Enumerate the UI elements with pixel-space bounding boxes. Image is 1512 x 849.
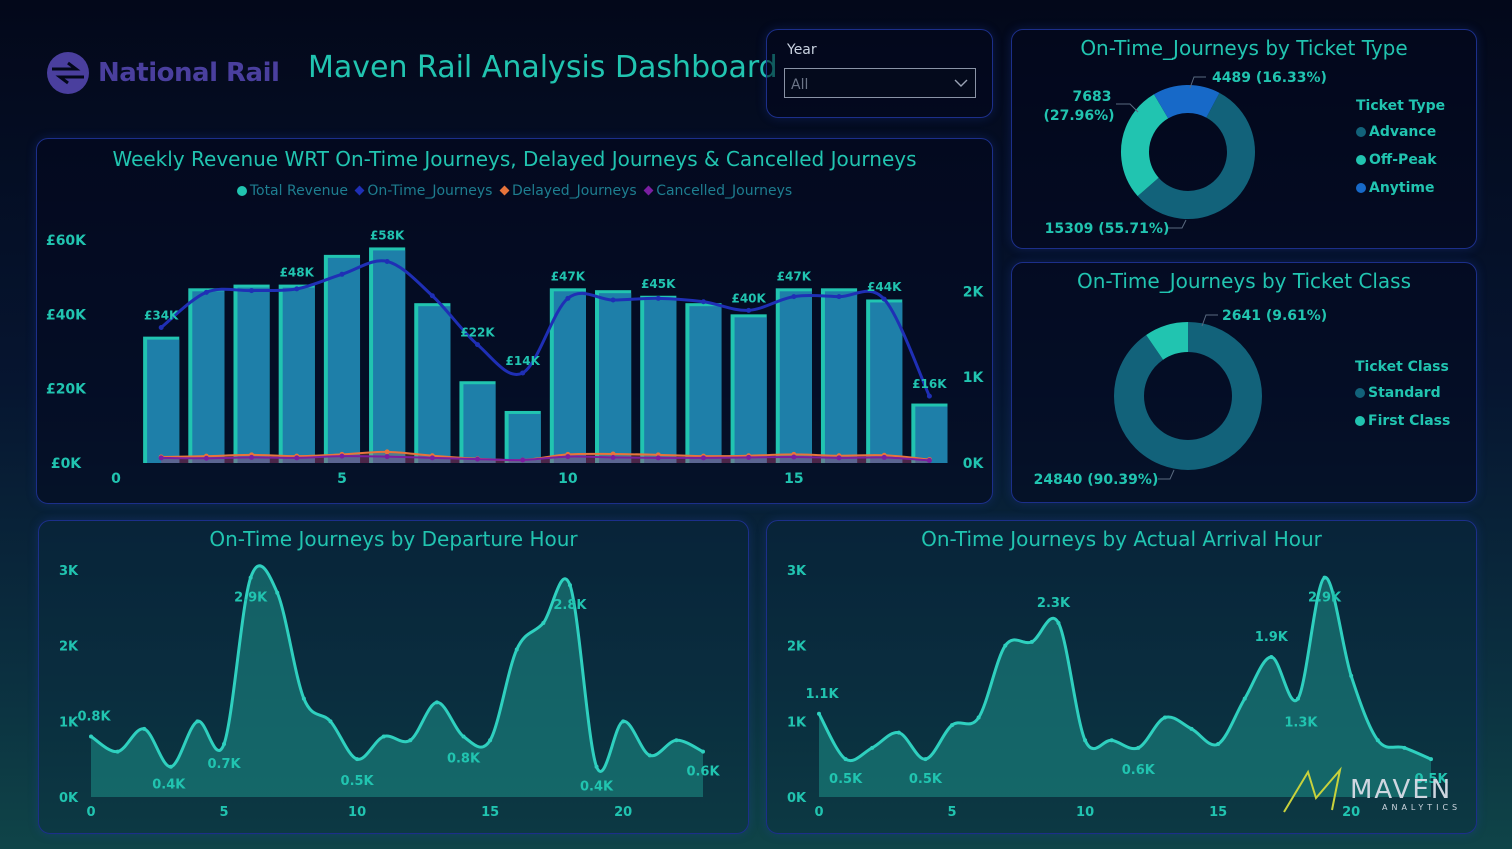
arrival-point — [1109, 738, 1114, 743]
arrival-y-tick-label: 2K — [787, 640, 807, 655]
departure-point — [222, 742, 227, 747]
arrival-point — [1083, 738, 1088, 743]
arrival-x-tick-label: 5 — [948, 805, 957, 820]
arrival-point — [1349, 673, 1354, 678]
departure-point — [408, 738, 413, 743]
arrival-x-tick-label: 15 — [1209, 805, 1227, 820]
departure-point — [381, 734, 386, 739]
arrival-y-tick-label: 0K — [787, 791, 807, 806]
departure-data-label: 0.5K — [341, 774, 375, 789]
arrival-data-label: 1.9K — [1255, 630, 1289, 645]
arrival-point — [817, 711, 821, 716]
maven-analytics-logo: MAVEN ANALYTICS — [1282, 766, 1478, 818]
departure-x-tick-label: 20 — [614, 805, 632, 820]
departure-x-tick-label: 10 — [348, 805, 366, 820]
departure-x-tick-label: 15 — [481, 805, 499, 820]
arrival-point — [1322, 575, 1327, 580]
leader-line — [1158, 469, 1175, 480]
departure-data-label: 2.9K — [234, 591, 268, 606]
departure-y-tick-label: 0K — [59, 791, 79, 806]
departure-y-tick-label: 1K — [59, 715, 79, 730]
arrival-point — [1056, 620, 1061, 625]
dashboard-charts: 15309 (55.71%) 7683 (27.96%) 4489 (16.33%) 2… — [59, 70, 1448, 820]
arrival-data-label: 2.3K — [1037, 596, 1071, 611]
departure-point — [168, 764, 173, 769]
ticket-type-label-anytime: 4489 (16.33%) — [1212, 70, 1327, 86]
maven-logo-icon: MAVEN ANALYTICS — [1283, 766, 1461, 813]
departure-x-tick-label: 5 — [220, 805, 229, 820]
departure-y-tick-label: 2K — [59, 640, 79, 655]
departure-point — [142, 726, 147, 731]
arrival-data-label: 0.5K — [829, 772, 863, 787]
arrival-point — [1189, 726, 1194, 731]
departure-data-label: 2.8K — [553, 598, 587, 613]
departure-data-label: 0.7K — [207, 757, 241, 772]
arrival-point — [1402, 745, 1407, 750]
arrival-data-label: 1.1K — [805, 687, 839, 702]
ticket-class-label-standard: 24840 (90.39%) — [1034, 472, 1159, 488]
ticket-class-label-first-class: 2641 (9.61%) — [1222, 308, 1327, 324]
departure-point — [621, 719, 626, 724]
arrival-data-label: 2.9K — [1308, 591, 1342, 606]
arrival-point — [1242, 696, 1247, 701]
departure-y-tick-label: 3K — [59, 564, 79, 579]
ticket-type-label-off-peak: 7683 — [1073, 89, 1112, 105]
arrival-point — [1216, 742, 1221, 747]
departure-point — [115, 749, 120, 754]
ticket_class-slice-standard — [1114, 322, 1262, 470]
arrival-point — [976, 715, 981, 720]
maven-sub: ANALYTICS — [1382, 803, 1461, 812]
arrival-point — [1269, 655, 1274, 660]
departure-point — [594, 764, 599, 769]
arrival-x-tick-label: 0 — [814, 805, 823, 820]
departure-data-label: 0.4K — [152, 778, 186, 793]
departure-point — [328, 719, 333, 724]
arrival-point — [950, 723, 955, 728]
maven-name: MAVEN — [1350, 775, 1452, 805]
arrival-point — [1029, 639, 1034, 644]
leader-line — [1116, 103, 1139, 113]
arrival-data-label: 0.5K — [909, 772, 943, 787]
departure-point — [647, 753, 652, 758]
arrival-point — [896, 730, 901, 735]
departure-point — [701, 749, 705, 754]
arrival-point — [1295, 696, 1300, 701]
departure-data-label: 0.8K — [77, 709, 111, 724]
arrival-point — [843, 757, 848, 762]
departure-point — [355, 757, 360, 762]
departure-point — [301, 696, 306, 701]
departure-point — [195, 719, 200, 724]
departure-point — [541, 620, 546, 625]
departure-point — [488, 738, 493, 743]
arrival-point — [1429, 757, 1433, 762]
arrival-data-label: 0.6K — [1122, 763, 1156, 778]
departure-point — [567, 583, 572, 588]
ticket-type-label-off-peak-pct: (27.96%) — [1043, 108, 1114, 124]
departure-area — [91, 565, 703, 797]
arrival-y-tick-label: 3K — [787, 564, 807, 579]
arrival-data-label: 1.3K — [1284, 716, 1318, 731]
ticket-type-label-advance: 15309 (55.71%) — [1045, 221, 1170, 237]
departure-point — [275, 590, 280, 595]
arrival-point — [1136, 745, 1141, 750]
departure-data-label: 0.4K — [580, 780, 614, 795]
departure-point — [89, 734, 93, 739]
arrival-point — [1003, 643, 1008, 648]
arrival-point — [923, 757, 928, 762]
departure-point — [461, 734, 466, 739]
departure-point — [674, 738, 679, 743]
departure-point — [248, 575, 253, 580]
departure-line — [90, 564, 704, 773]
departure-data-label: 0.6K — [686, 765, 720, 780]
arrival-point — [1375, 738, 1380, 743]
departure-point — [434, 700, 439, 705]
departure-point — [514, 647, 519, 652]
departure-x-tick-label: 0 — [86, 805, 95, 820]
arrival-y-tick-label: 1K — [787, 715, 807, 730]
arrival-point — [870, 745, 875, 750]
arrival-point — [1162, 715, 1167, 720]
leader-line — [1168, 219, 1187, 229]
departure-data-label: 0.8K — [447, 751, 481, 766]
arrival-x-tick-label: 10 — [1076, 805, 1094, 820]
